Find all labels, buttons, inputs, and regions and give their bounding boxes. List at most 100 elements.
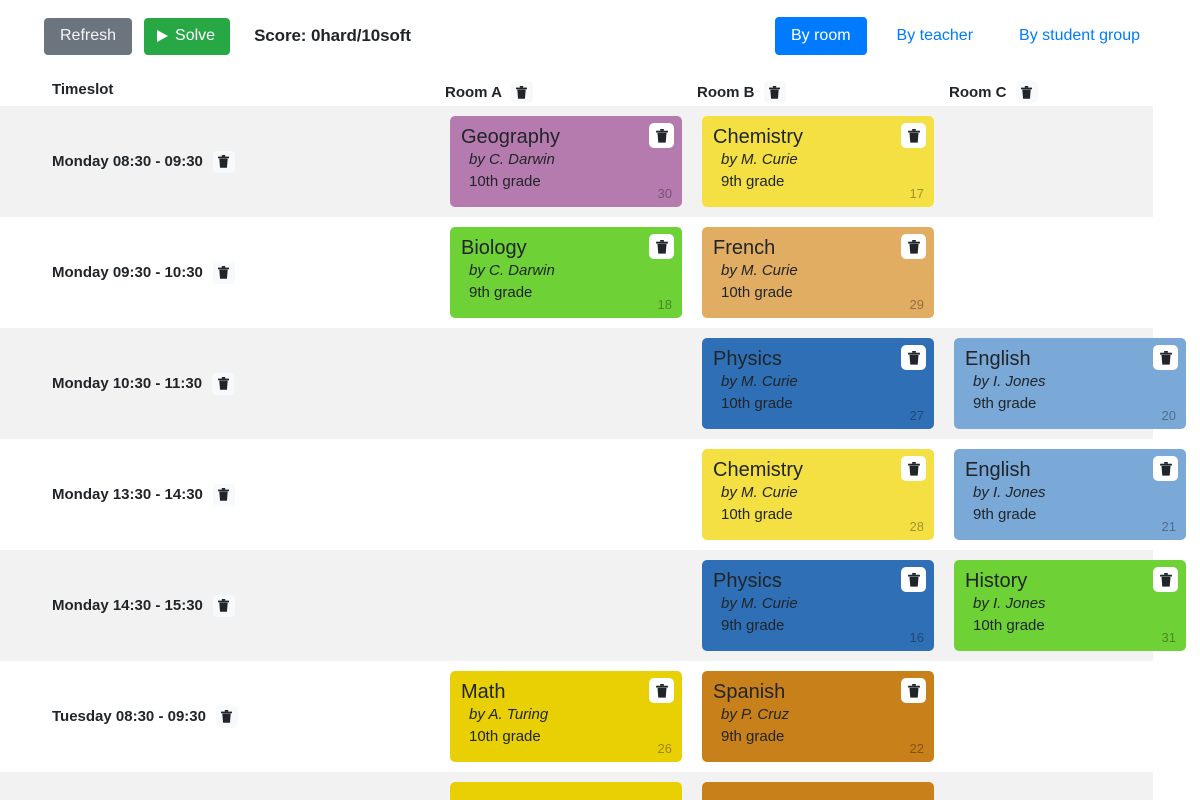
room-cell[interactable]: Geography by C. Darwin 10th grade 30 — [445, 106, 697, 217]
lesson-card[interactable]: English by I. Jones 9th grade 20 — [954, 338, 1186, 429]
trash-icon — [655, 239, 668, 254]
lesson-card[interactable]: French by M. Curie 10th grade 29 — [702, 227, 934, 318]
room-cell[interactable]: Math by A. Turing 10th grade 26 — [445, 661, 697, 772]
room-cell[interactable]: English by I. Jones 9th grade 20 — [949, 328, 1200, 439]
lesson-card[interactable] — [450, 782, 682, 800]
lesson-subject: Chemistry — [713, 459, 804, 481]
delete-lesson-button[interactable] — [649, 234, 674, 259]
delete-timeslot-button[interactable] — [212, 483, 235, 506]
refresh-button[interactable]: Refresh — [44, 17, 133, 55]
room-cell[interactable]: English by I. Jones 9th grade 21 — [949, 439, 1200, 550]
lesson-id: 22 — [909, 741, 924, 756]
lesson-student-group: 10th grade — [973, 617, 1045, 634]
delete-lesson-button[interactable] — [1153, 456, 1178, 481]
room-cell[interactable] — [949, 217, 1200, 328]
solve-button-label: Solve — [175, 26, 216, 44]
lesson-card[interactable]: Spanish by P. Cruz 9th grade 22 — [702, 671, 934, 762]
delete-lesson-button[interactable] — [1153, 567, 1178, 592]
delete-timeslot-button[interactable] — [215, 705, 238, 728]
trash-icon — [907, 350, 920, 365]
delete-room-a-button[interactable] — [510, 81, 533, 103]
lesson-id: 17 — [909, 186, 924, 201]
room-cell[interactable] — [445, 439, 697, 550]
delete-lesson-button[interactable] — [1153, 345, 1178, 370]
room-cell[interactable] — [445, 328, 697, 439]
lesson-subject: Biology — [461, 237, 527, 259]
lesson-student-group: 10th grade — [721, 284, 793, 301]
lesson-card[interactable]: Chemistry by M. Curie 9th grade 17 — [702, 116, 934, 207]
room-cell[interactable] — [445, 772, 697, 800]
lesson-teacher: by I. Jones — [973, 373, 1046, 390]
room-cell[interactable]: Biology by C. Darwin 9th grade 18 — [445, 217, 697, 328]
trash-icon — [1159, 572, 1172, 587]
delete-lesson-button[interactable] — [901, 345, 926, 370]
lesson-teacher: by M. Curie — [721, 151, 798, 168]
lesson-student-group: 9th grade — [973, 506, 1037, 523]
delete-timeslot-button[interactable] — [212, 594, 235, 617]
lesson-id: 30 — [657, 186, 672, 201]
timeslot-label: Monday 13:30 - 14:30 — [52, 486, 203, 503]
timeslot-cell: Monday 14:30 - 15:30 — [41, 550, 445, 661]
lesson-teacher: by M. Curie — [721, 262, 798, 279]
trash-icon — [516, 85, 528, 99]
table-row — [0, 772, 1153, 800]
table-row: Monday 14:30 - 15:30 Physics by M. Curie 9… — [0, 550, 1186, 661]
lesson-card[interactable]: Physics by M. Curie 9th grade 16 — [702, 560, 934, 651]
delete-lesson-button[interactable] — [901, 123, 926, 148]
trash-icon — [218, 599, 230, 612]
room-cell[interactable]: History by I. Jones 10th grade 31 — [949, 550, 1200, 661]
lesson-card[interactable]: Geography by C. Darwin 10th grade 30 — [450, 116, 682, 207]
room-cell[interactable]: Spanish by P. Cruz 9th grade 22 — [697, 661, 949, 772]
delete-timeslot-button[interactable] — [212, 372, 235, 395]
trash-icon — [221, 710, 233, 723]
solve-button[interactable]: Solve — [144, 17, 231, 55]
lesson-student-group: 9th grade — [721, 617, 785, 634]
delete-lesson-button[interactable] — [901, 678, 926, 703]
room-cell[interactable] — [949, 106, 1200, 217]
lesson-student-group: 9th grade — [721, 728, 785, 745]
trash-icon — [655, 683, 668, 698]
lesson-id: 26 — [657, 741, 672, 756]
delete-timeslot-button[interactable] — [212, 150, 235, 173]
lesson-teacher: by A. Turing — [469, 706, 549, 723]
trash-icon — [907, 128, 920, 143]
lesson-card[interactable]: Chemistry by M. Curie 10th grade 28 — [702, 449, 934, 540]
lesson-id: 27 — [909, 408, 924, 423]
trash-icon — [907, 572, 920, 587]
timeslot-cell: Monday 10:30 - 11:30 — [41, 328, 445, 439]
timetable-scroll-area[interactable]: Timeslot Room A Room B Room C Monday 08:… — [0, 72, 1200, 800]
lesson-subject: History — [965, 570, 1028, 592]
room-cell[interactable] — [949, 772, 1200, 800]
tab-by-teacher[interactable]: By teacher — [881, 17, 989, 55]
room-cell[interactable]: Physics by M. Curie 9th grade 16 — [697, 550, 949, 661]
lesson-card[interactable]: Biology by C. Darwin 9th grade 18 — [450, 227, 682, 318]
delete-lesson-button[interactable] — [901, 567, 926, 592]
header-room-b-label: Room B — [697, 83, 755, 101]
delete-lesson-button[interactable] — [649, 123, 674, 148]
tab-by-student-group[interactable]: By student group — [1003, 17, 1156, 55]
play-icon — [157, 29, 169, 42]
lesson-teacher: by M. Curie — [721, 373, 798, 390]
delete-room-b-button[interactable] — [763, 81, 786, 103]
room-cell[interactable] — [697, 772, 949, 800]
lesson-card[interactable]: History by I. Jones 10th grade 31 — [954, 560, 1186, 651]
delete-lesson-button[interactable] — [901, 234, 926, 259]
lesson-card[interactable]: Math by A. Turing 10th grade 26 — [450, 671, 682, 762]
lesson-subject: Math — [461, 681, 506, 703]
room-cell[interactable]: Chemistry by M. Curie 9th grade 17 — [697, 106, 949, 217]
room-cell[interactable]: Physics by M. Curie 10th grade 27 — [697, 328, 949, 439]
lesson-card[interactable]: English by I. Jones 9th grade 21 — [954, 449, 1186, 540]
delete-lesson-button[interactable] — [649, 678, 674, 703]
trash-icon — [217, 377, 229, 390]
room-cell[interactable] — [445, 550, 697, 661]
header-room-c-label: Room C — [949, 83, 1007, 101]
room-cell[interactable]: French by M. Curie 10th grade 29 — [697, 217, 949, 328]
room-cell[interactable] — [949, 661, 1200, 772]
lesson-card[interactable]: Physics by M. Curie 10th grade 27 — [702, 338, 934, 429]
delete-room-c-button[interactable] — [1015, 81, 1038, 103]
lesson-card[interactable] — [702, 782, 934, 800]
delete-lesson-button[interactable] — [901, 456, 926, 481]
room-cell[interactable]: Chemistry by M. Curie 10th grade 28 — [697, 439, 949, 550]
tab-by-room[interactable]: By room — [774, 17, 867, 55]
delete-timeslot-button[interactable] — [212, 261, 235, 284]
